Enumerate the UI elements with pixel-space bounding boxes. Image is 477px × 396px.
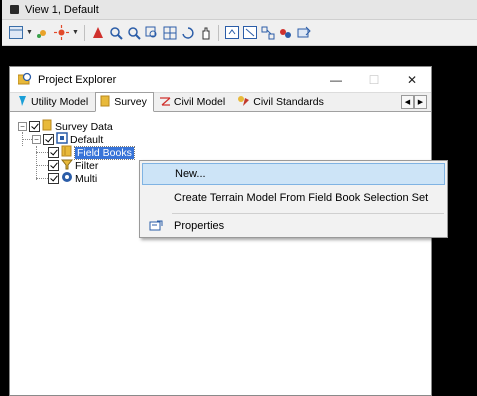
toolbar-separator [218, 24, 219, 41]
view-layout-icon[interactable] [8, 25, 23, 40]
visibility-checkbox[interactable] [48, 173, 59, 184]
survey-folder-icon [100, 95, 111, 110]
context-menu: New... Create Terrain Model From Field B… [139, 160, 448, 238]
tab-utility-model[interactable]: Utility Model [12, 93, 95, 111]
view-toolbar: ▼ ▼ [2, 20, 477, 46]
menu-item-properties[interactable]: Properties [142, 215, 445, 237]
tree-node-label: Field Books [74, 145, 135, 160]
zoom-out-icon[interactable] [126, 25, 141, 40]
tab-label: Survey [114, 96, 147, 108]
project-explorer-title: Project Explorer [38, 73, 117, 86]
visibility-checkbox[interactable] [29, 121, 40, 132]
menu-item-label: New... [175, 168, 206, 180]
view-next-icon[interactable] [242, 25, 257, 40]
tree-connector [36, 152, 48, 153]
tree-node-label: Survey Data [55, 120, 113, 133]
tree-node-label: Multi [75, 172, 98, 185]
view-window-icon [10, 5, 19, 14]
tab-civil-model[interactable]: Civil Model [154, 93, 232, 111]
visibility-checkbox[interactable] [48, 147, 59, 158]
tree-node-label: Default [70, 133, 104, 146]
tree-node-label: Filter [75, 159, 99, 172]
application-frame: View 1, Default ▼ ▼ Project Explorer — ☐… [0, 0, 477, 396]
project-explorer-titlebar[interactable]: Project Explorer — ☐ ✕ [10, 67, 431, 92]
zoom-in-icon[interactable] [108, 25, 123, 40]
tab-civil-standards[interactable]: Civil Standards [232, 93, 331, 111]
menu-item-create-terrain-model[interactable]: Create Terrain Model From Field Book Sel… [142, 187, 445, 209]
tab-label: Utility Model [31, 96, 89, 108]
civil-model-icon [159, 95, 171, 110]
tree-node-filter[interactable]: Filter [48, 159, 98, 172]
civil-standards-icon [237, 95, 250, 110]
window-controls: — ☐ ✕ [317, 67, 431, 92]
view-window-titlebar[interactable]: View 1, Default [2, 0, 477, 20]
menu-separator [172, 213, 444, 214]
tab-label: Civil Model [173, 96, 226, 108]
visibility-checkbox[interactable] [43, 134, 54, 145]
survey-folder-icon [42, 119, 53, 134]
collapse-toggle[interactable]: − [32, 135, 41, 144]
minimize-button[interactable]: — [317, 67, 355, 92]
brightness-icon[interactable] [54, 25, 69, 40]
tree-connector [36, 165, 48, 166]
tree-node-multi[interactable]: Multi [48, 172, 97, 185]
visibility-checkbox[interactable] [48, 160, 59, 171]
multi-icon [61, 171, 73, 186]
tab-label: Civil Standards [253, 96, 324, 108]
menu-item-new[interactable]: New... [142, 163, 445, 185]
project-explorer-icon [17, 72, 32, 88]
explorer-tab-strip: Utility Model Survey Civil Model Civil S… [10, 92, 431, 112]
close-button[interactable]: ✕ [393, 67, 431, 92]
dropdown-arrow-icon[interactable]: ▼ [26, 25, 33, 40]
survey-tree-view: − Survey Data − Default Field Books Filt… [10, 114, 431, 394]
properties-icon [142, 220, 170, 232]
fit-view-icon[interactable] [162, 25, 177, 40]
tree-connector [36, 178, 48, 179]
toolbar-separator [84, 24, 85, 41]
tab-scroll-buttons: ◀ ▶ [401, 95, 427, 109]
utility-icon [17, 95, 28, 110]
presentation-icon[interactable] [278, 25, 293, 40]
view-window-title: View 1, Default [25, 3, 99, 16]
tab-scroll-right-button[interactable]: ▶ [414, 95, 427, 109]
maximize-button[interactable]: ☐ [355, 67, 393, 92]
fit-view-icon[interactable] [36, 25, 51, 40]
pointer-icon[interactable] [90, 25, 105, 40]
collapse-toggle[interactable]: − [18, 122, 27, 131]
tab-survey[interactable]: Survey [95, 92, 154, 112]
window-area-icon[interactable] [144, 25, 159, 40]
model-icon[interactable] [296, 25, 311, 40]
menu-item-label: Properties [174, 220, 225, 232]
view-previous-icon[interactable] [224, 25, 239, 40]
view-attributes-icon[interactable] [260, 25, 275, 40]
tab-scroll-left-button[interactable]: ◀ [401, 95, 414, 109]
pan-view-icon[interactable] [198, 25, 213, 40]
dropdown-arrow-icon[interactable]: ▼ [72, 25, 79, 40]
menu-item-label: Create Terrain Model From Field Book Sel… [174, 192, 429, 204]
rotate-view-icon[interactable] [180, 25, 195, 40]
tree-connector [22, 139, 32, 140]
